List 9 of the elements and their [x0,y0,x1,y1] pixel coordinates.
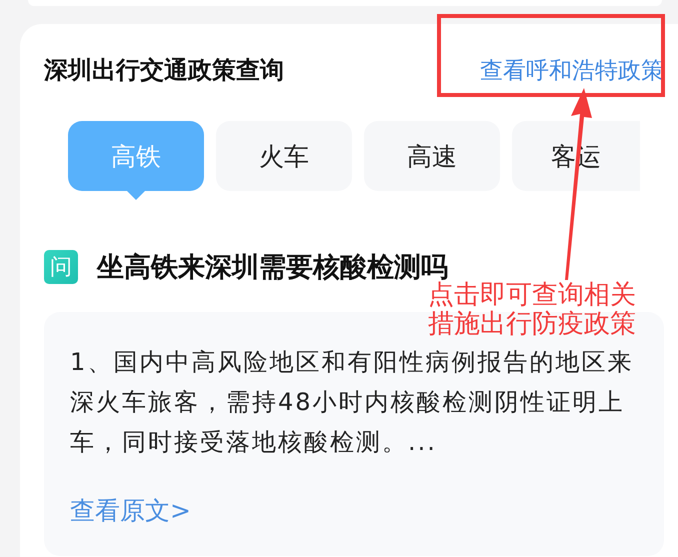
question-icon: 问 [44,250,78,284]
annotation-text: 点击即可查询相关措施出行防疫政策 [428,281,637,339]
transport-tab[interactable]: 高速 [364,121,500,191]
transport-tab[interactable]: 火车 [216,121,352,191]
city-policy-link[interactable]: 查看呼和浩特政策 [480,54,664,86]
section-title: 深圳出行交通政策查询 [44,55,284,86]
tab-pointer-icon [127,191,145,200]
question-title: 坐高铁来深圳需要核酸检测吗 [97,251,448,283]
answer-text: 1、国内中高风险地区和有阳性病例报告的地区来深火车旅客，需持48小时内核酸检测阴性证明上车，同时接受落地核酸检测。... [70,347,634,458]
